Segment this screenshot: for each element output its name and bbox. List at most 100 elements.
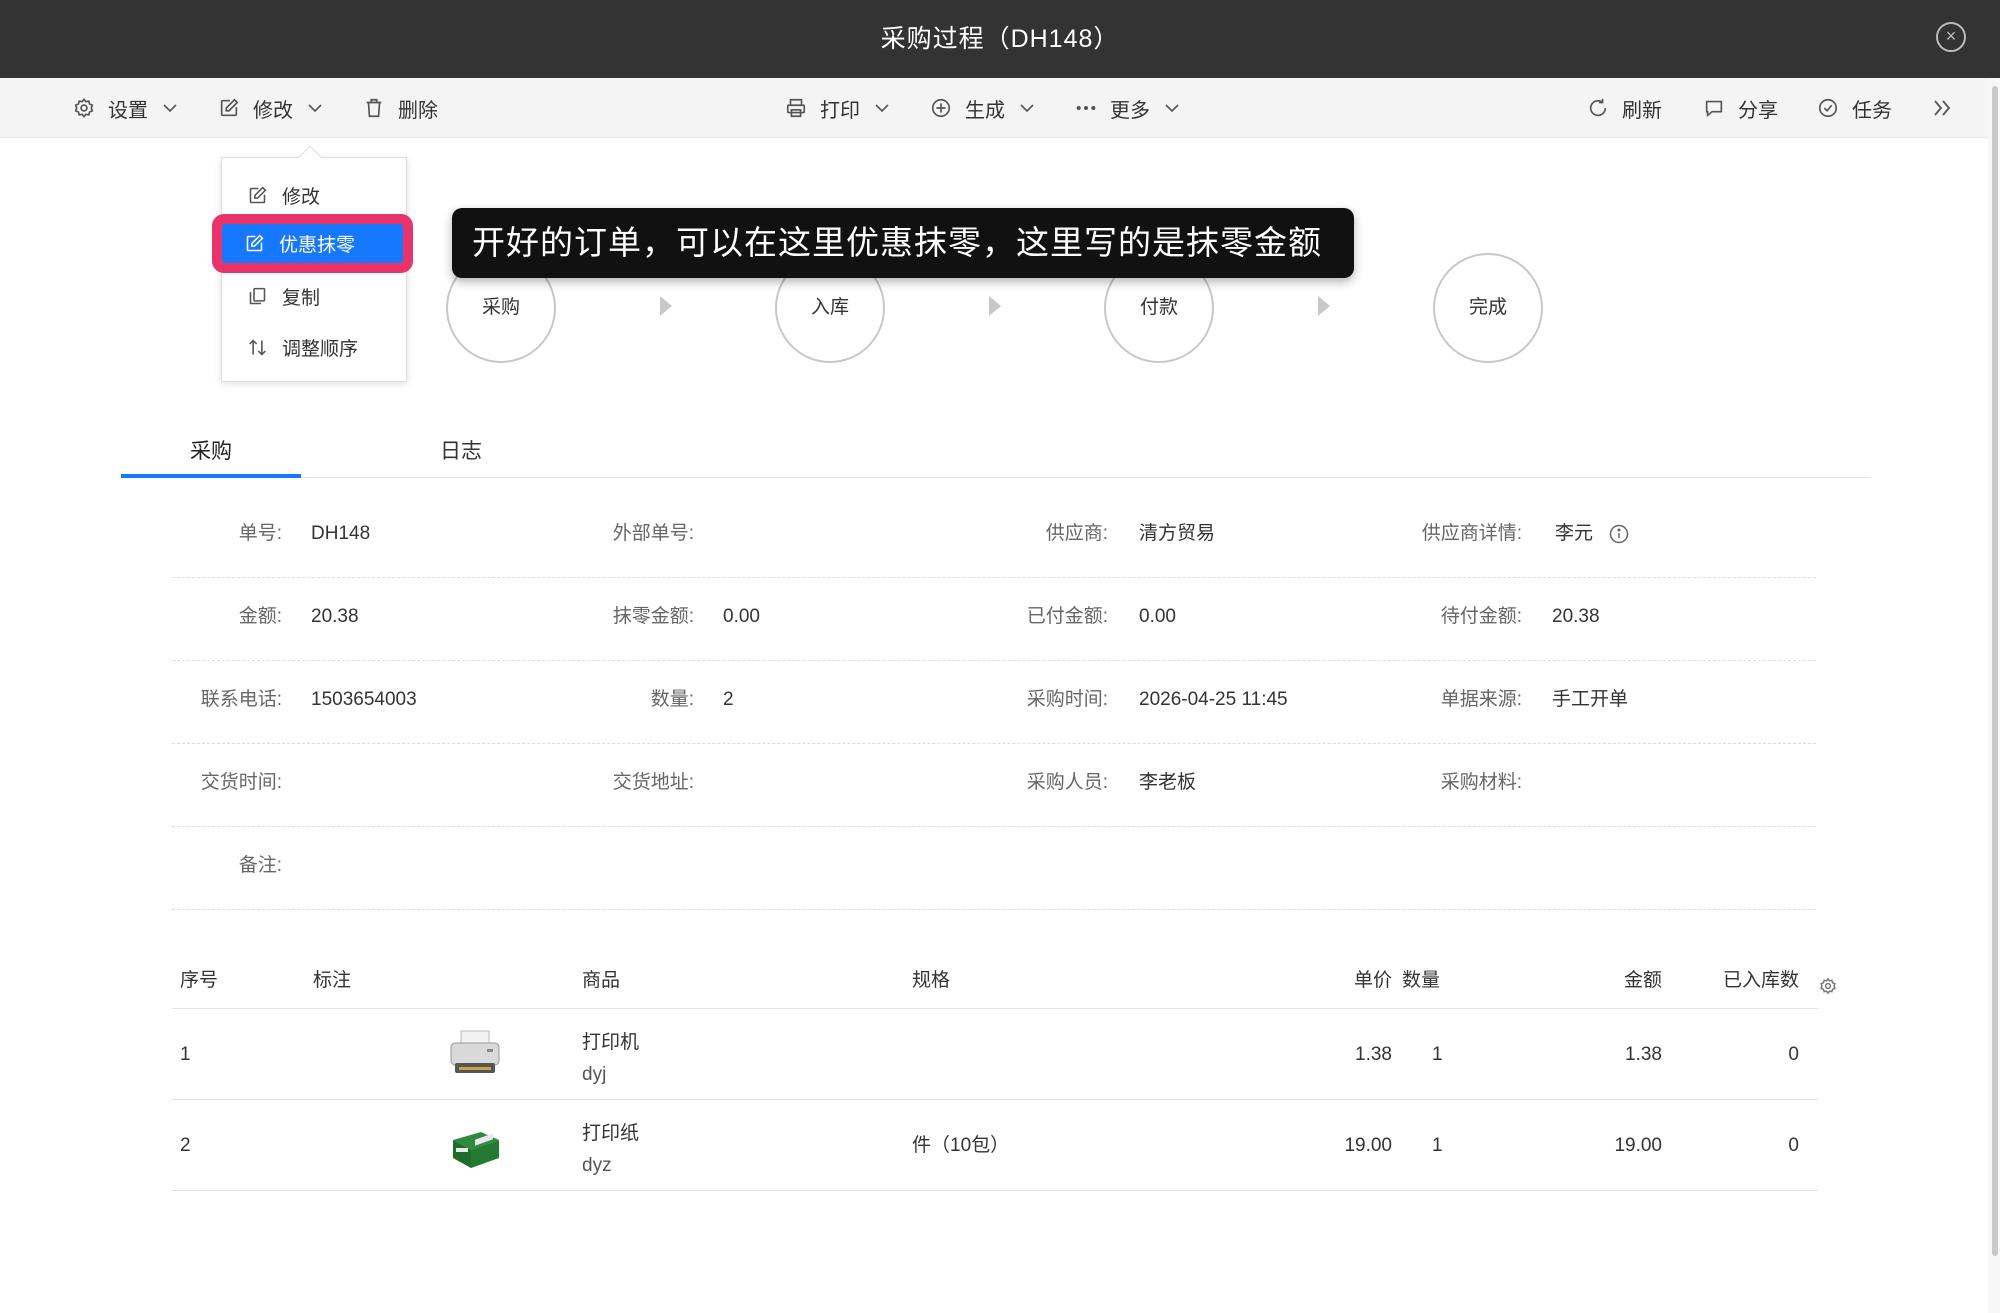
order-no-value: DH148 <box>311 523 371 544</box>
amount-value: 20.38 <box>311 606 359 627</box>
unit-price: 1.38 <box>1355 1044 1392 1065</box>
vertical-scrollbar[interactable] <box>1988 78 2000 1313</box>
supplier-value: 清方贸易 <box>1139 523 1216 544</box>
quantity: 1 <box>1432 1135 1443 1156</box>
scrollbar-thumb[interactable] <box>1992 86 1998 1256</box>
double-chevron-right-icon[interactable] <box>1930 96 1954 120</box>
delete-button[interactable]: 删除 <box>362 78 438 138</box>
col-qty: 数量 <box>1402 970 1441 991</box>
printer-image <box>447 1029 503 1079</box>
print-button[interactable]: 打印 <box>784 78 892 138</box>
paper-box-image <box>447 1120 503 1170</box>
material-label: 采购材料: <box>1440 772 1522 793</box>
tab-log[interactable]: 日志 <box>421 430 501 478</box>
step-arrow-icon <box>1318 296 1330 316</box>
product-cell: 打印机 dyj <box>582 1027 639 1091</box>
generate-label: 生成 <box>965 99 1005 122</box>
menu-item-label: 修改 <box>282 186 321 208</box>
supplier-label: 供应商: <box>1045 523 1108 544</box>
menu-item-reorder[interactable]: 调整顺序 <box>246 322 358 372</box>
product-code: dyj <box>582 1064 607 1085</box>
refresh-button[interactable]: 刷新 <box>1586 78 1662 138</box>
ext-no-label: 外部单号: <box>612 523 694 544</box>
supplier-detail-text: 李元 <box>1555 523 1594 544</box>
tab-bar: 采购 日志 <box>121 430 1870 478</box>
product-spec: 件（10包） <box>912 1135 1010 1156</box>
paid-label: 已付金额: <box>1026 606 1108 627</box>
table-row[interactable]: 1 打印机 dyj 1.38 1 1.38 0 <box>172 1009 1818 1100</box>
product-code: dyz <box>582 1155 612 1176</box>
supplier-detail-label: 供应商详情: <box>1421 523 1522 544</box>
quantity: 1 <box>1432 1044 1443 1065</box>
trash-icon <box>362 96 386 120</box>
settings-button[interactable]: 设置 <box>72 78 180 138</box>
delete-label: 删除 <box>398 99 438 122</box>
stocked-count: 0 <box>1788 1044 1799 1065</box>
menu-item-label: 复制 <box>282 287 321 309</box>
menu-item-label: 优惠抹零 <box>279 235 356 256</box>
row-no: 2 <box>180 1135 191 1156</box>
share-label: 分享 <box>1738 99 1778 122</box>
info-icon[interactable] <box>1609 524 1629 544</box>
source-label: 单据来源: <box>1440 689 1522 710</box>
menu-item-label: 调整顺序 <box>282 338 359 360</box>
refresh-label: 刷新 <box>1622 99 1662 122</box>
dropdown-caret <box>298 145 322 169</box>
generate-button[interactable]: 生成 <box>929 78 1037 138</box>
chevron-down-icon <box>1164 99 1182 117</box>
refresh-icon <box>1586 96 1610 120</box>
edit-icon <box>243 233 265 255</box>
column-settings-gear-icon[interactable] <box>1819 977 1837 995</box>
table-row[interactable]: 2 打印纸 dyz 件（10包） 19.00 1 19.00 0 <box>172 1100 1818 1191</box>
comment-icon <box>1702 96 1726 120</box>
quantity-label: 数量: <box>650 689 694 710</box>
menu-item-edit[interactable]: 修改 <box>246 170 320 220</box>
step-arrow-icon <box>989 296 1001 316</box>
more-dots-icon <box>1074 96 1098 120</box>
delivery-addr-label: 交货地址: <box>612 772 694 793</box>
menu-item-copy[interactable]: 复制 <box>246 271 320 321</box>
menu-item-discount[interactable]: 优惠抹零 <box>212 214 413 273</box>
menu-item-discount-highlight[interactable]: 优惠抹零 <box>222 224 403 263</box>
paid-value: 0.00 <box>1139 606 1176 627</box>
detail-row: 备注: <box>172 827 1816 910</box>
col-price: 单价 <box>1353 970 1392 991</box>
task-button[interactable]: 任务 <box>1816 78 1892 138</box>
gear-icon <box>72 96 96 120</box>
close-icon[interactable]: × <box>1936 22 1966 52</box>
unpaid-value: 20.38 <box>1552 606 1600 627</box>
product-name: 打印机 <box>582 1032 640 1053</box>
tab-purchase[interactable]: 采购 <box>121 430 301 478</box>
more-button[interactable]: 更多 <box>1074 78 1182 138</box>
col-stocked: 已入库数 <box>1722 970 1799 991</box>
quantity-value: 2 <box>723 689 734 710</box>
chevron-down-icon <box>162 99 180 117</box>
printer-icon <box>784 96 808 120</box>
amount: 19.00 <box>1614 1135 1662 1156</box>
purchase-time-value: 2026-04-25 11:45 <box>1139 689 1288 710</box>
copy-icon <box>246 285 268 307</box>
chevron-down-icon <box>874 99 892 117</box>
detail-row: 单号: DH148 外部单号: 供应商: 清方贸易 供应商详情: 李元 <box>172 495 1816 578</box>
stocked-count: 0 <box>1788 1135 1799 1156</box>
step-arrow-icon <box>660 296 672 316</box>
discount-label: 抹零金额: <box>612 606 694 627</box>
edit-label: 修改 <box>253 99 293 122</box>
edit-button[interactable]: 修改 <box>217 78 325 138</box>
discount-value: 0.00 <box>723 606 760 627</box>
product-cell: 打印纸 dyz <box>582 1118 639 1182</box>
sort-icon <box>246 336 268 358</box>
product-name: 打印纸 <box>582 1123 640 1144</box>
order-no-label: 单号: <box>238 523 282 544</box>
chevron-down-icon <box>1019 99 1037 117</box>
remark-label: 备注: <box>238 855 282 876</box>
detail-row: 联系电话: 1503654003 数量: 2 采购时间: 2026-04-25 … <box>172 661 1816 744</box>
phone-label: 联系电话: <box>200 689 282 710</box>
more-label: 更多 <box>1110 99 1150 122</box>
settings-label: 设置 <box>108 99 148 122</box>
unpaid-label: 待付金额: <box>1440 606 1522 627</box>
share-button[interactable]: 分享 <box>1702 78 1778 138</box>
step-complete: 完成 <box>1433 253 1543 363</box>
source-value: 手工开单 <box>1552 689 1629 710</box>
amount-label: 金额: <box>238 606 282 627</box>
